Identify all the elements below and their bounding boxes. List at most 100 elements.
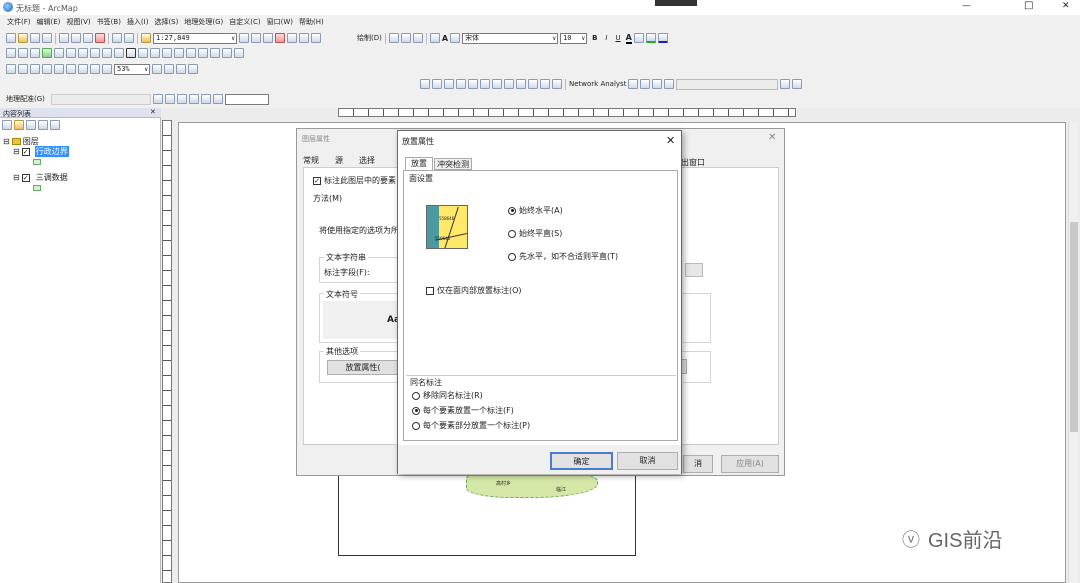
layer-props-close-icon[interactable]: ✕ <box>768 132 776 143</box>
python-icon[interactable] <box>299 33 309 43</box>
html-popup-icon[interactable] <box>162 48 172 58</box>
new-icon[interactable] <box>6 33 16 43</box>
menu-item[interactable]: 插入(I) <box>127 17 149 28</box>
remove-duplicates-radio[interactable]: 移除同名标注(R) <box>412 390 483 401</box>
back-icon[interactable] <box>78 48 88 58</box>
na-icon-6[interactable] <box>480 79 490 89</box>
tab-layer-props[interactable]: 选择 <box>359 155 375 166</box>
tab-placement[interactable]: 放置 <box>405 157 433 170</box>
pan-icon[interactable] <box>30 48 40 58</box>
na-icon-2[interactable] <box>432 79 442 89</box>
list-by-source-icon[interactable] <box>14 120 24 130</box>
measure-icon[interactable] <box>174 48 184 58</box>
layer-name[interactable]: 行政边界 <box>34 146 69 157</box>
paste-icon[interactable] <box>83 33 93 43</box>
forward-icon[interactable] <box>90 48 100 58</box>
apply-button[interactable]: 应用(A) <box>721 455 779 473</box>
cancel-button-partial[interactable]: 消 <box>683 455 713 473</box>
toc-close-icon[interactable]: ✕ <box>150 108 156 116</box>
select-elements-icon[interactable] <box>388 33 399 43</box>
layer-visibility-checkbox[interactable]: ✓ <box>21 173 30 182</box>
na-icon-16[interactable] <box>780 79 791 89</box>
na-icon-5[interactable] <box>468 79 478 89</box>
search-window-icon[interactable] <box>275 33 285 43</box>
label-features-checkbox[interactable]: ✓ 标注此图层中的要素 <box>313 175 396 186</box>
bold-button[interactable]: B <box>592 34 597 42</box>
na-icon-14[interactable] <box>652 79 663 89</box>
hyperlink-icon[interactable] <box>150 48 160 58</box>
na-icon-11[interactable] <box>540 79 550 89</box>
identify-icon[interactable] <box>138 48 148 58</box>
layout-back-icon[interactable] <box>66 64 76 74</box>
na-icon-1[interactable] <box>420 79 430 89</box>
georef-icon-4[interactable] <box>188 94 199 104</box>
list-by-visibility-icon[interactable] <box>26 120 36 130</box>
zoom-out-icon[interactable] <box>18 48 28 58</box>
menu-item[interactable]: 书签(B) <box>97 17 121 28</box>
editor-icon[interactable] <box>239 33 249 43</box>
na-layer-combo[interactable] <box>676 78 779 90</box>
catalog-icon[interactable] <box>263 33 273 43</box>
layout-zoom-in-icon[interactable] <box>6 64 16 74</box>
tab-layer-props[interactable]: 常规 <box>303 155 319 166</box>
label-field-select[interactable] <box>685 263 703 277</box>
data-driven-pages-icon[interactable] <box>188 64 198 74</box>
toc-window-icon[interactable] <box>251 33 261 43</box>
georef-icon-1[interactable] <box>152 94 163 104</box>
na-icon-4[interactable] <box>456 79 466 89</box>
undo-icon[interactable] <box>112 33 122 43</box>
line-color-icon[interactable] <box>645 33 656 43</box>
toc-layer-row[interactable]: ⊟ ✓ 行政边界 <box>13 146 69 157</box>
add-data-icon[interactable] <box>141 33 151 43</box>
select-features-icon[interactable] <box>102 48 112 58</box>
draw-menu[interactable]: 绘制(D) <box>357 33 382 43</box>
list-by-selection-icon[interactable] <box>38 120 48 130</box>
marker-color-icon[interactable] <box>657 33 668 43</box>
always-straight-radio[interactable]: 始终平直(S) <box>508 228 562 239</box>
layout-pan-icon[interactable] <box>30 64 40 74</box>
zoom-whole-page-icon[interactable] <box>412 33 423 43</box>
fixed-zoom-in-icon[interactable] <box>54 48 64 58</box>
layout-zoom-out-icon[interactable] <box>18 64 28 74</box>
find-route-icon[interactable] <box>198 48 208 58</box>
menu-item[interactable]: 帮助(H) <box>299 17 324 28</box>
georef-icon-6[interactable] <box>212 94 223 104</box>
save-icon[interactable] <box>30 33 40 43</box>
fill-color-icon[interactable] <box>633 33 644 43</box>
placement-close-icon[interactable]: ✕ <box>666 134 675 147</box>
minimize-button[interactable]: — <box>962 1 971 11</box>
na-icon-15[interactable] <box>664 79 675 89</box>
layout-zoom-combo[interactable]: 53% ∨ <box>114 63 150 75</box>
menu-item[interactable]: 文件(F) <box>7 17 31 28</box>
delete-icon[interactable] <box>95 33 105 43</box>
georef-icon-5[interactable] <box>200 94 211 104</box>
layer-symbol-swatch[interactable] <box>33 185 41 191</box>
viewer-window-icon[interactable] <box>234 48 244 58</box>
menu-item[interactable]: 自定义(C) <box>229 17 260 28</box>
na-icon-9[interactable] <box>516 79 526 89</box>
list-by-drawing-order-icon[interactable] <box>2 120 12 130</box>
zoom-in-icon[interactable] <box>6 48 16 58</box>
georef-icon-2[interactable] <box>164 94 175 104</box>
layout-forward-icon[interactable] <box>78 64 88 74</box>
font-size-combo[interactable]: 10 ∨ <box>560 32 588 44</box>
toc-layer-row[interactable]: ⊟ ✓ 三调数据 <box>13 172 69 183</box>
close-button[interactable]: ✕ <box>1062 1 1070 11</box>
font-combo[interactable]: 宋体 ∨ <box>462 32 559 44</box>
layer-symbol-swatch[interactable] <box>33 159 41 165</box>
cut-icon[interactable] <box>59 33 69 43</box>
horizontal-then-straight-radio[interactable]: 先水平，如不合适则平直(T) <box>508 251 618 262</box>
select-elements-icon[interactable] <box>126 48 136 58</box>
open-icon[interactable] <box>18 33 28 43</box>
georef-scale-input[interactable] <box>224 93 269 105</box>
georeferencing-menu[interactable]: 地理配准(G) <box>6 94 45 104</box>
na-icon-12[interactable] <box>552 79 562 89</box>
page-icon[interactable] <box>90 64 100 74</box>
expand-icon[interactable]: ⊟ <box>3 137 10 146</box>
menu-item[interactable]: 编辑(E) <box>37 17 61 28</box>
time-slider-icon[interactable] <box>222 48 232 58</box>
network-analyst-menu[interactable]: Network Analyst <box>569 80 626 88</box>
georef-icon-3[interactable] <box>176 94 187 104</box>
layout-fixed-zoom-icon[interactable] <box>54 64 64 74</box>
copy-icon[interactable] <box>71 33 81 43</box>
